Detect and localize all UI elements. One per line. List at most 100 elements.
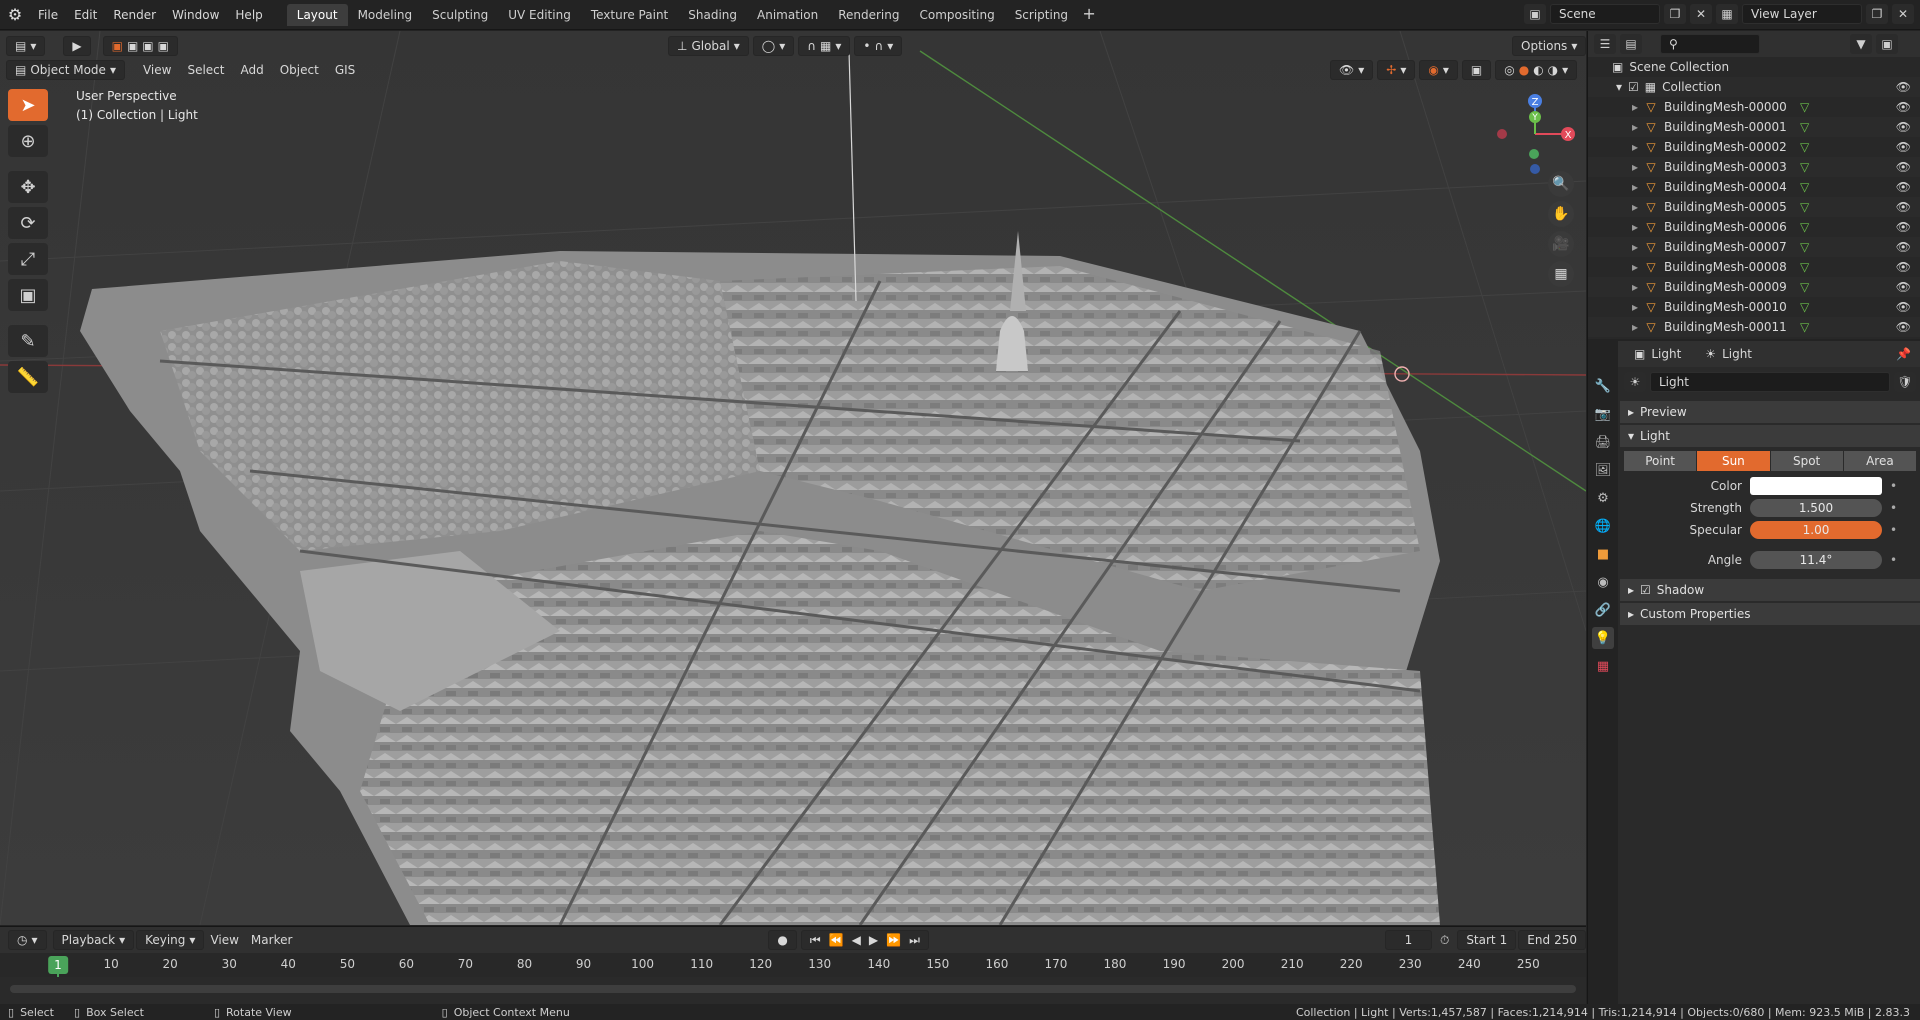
mode-dropdown[interactable]: ▤ Object Mode ▾ bbox=[6, 60, 125, 80]
mesh-data-icon[interactable]: ▽ bbox=[1800, 140, 1809, 154]
angle-field[interactable]: 11.4° bbox=[1750, 551, 1882, 569]
view-layer-tab-icon[interactable]: 🖼 bbox=[1592, 459, 1614, 481]
eye-icon[interactable]: 👁 bbox=[1896, 140, 1911, 154]
tab-compositing[interactable]: Compositing bbox=[909, 4, 1004, 26]
move-tool-icon[interactable]: ✥ bbox=[8, 171, 48, 203]
timeline-menu-view[interactable]: View bbox=[204, 933, 244, 947]
view-layer-field[interactable]: View Layer bbox=[1742, 4, 1862, 24]
tool-tab-icon[interactable]: 🔧 bbox=[1592, 375, 1614, 397]
current-frame-field[interactable]: 1 bbox=[1384, 930, 1432, 950]
menu-help[interactable]: Help bbox=[227, 4, 270, 26]
viewport-menu-object[interactable]: Object bbox=[274, 63, 325, 77]
cursor-tool-icon[interactable]: ⊕ bbox=[8, 125, 48, 157]
color-swatch[interactable] bbox=[1750, 477, 1882, 495]
outliner-search-input[interactable]: ⚲ bbox=[1660, 34, 1760, 54]
eye-icon[interactable]: 👁 bbox=[1896, 120, 1911, 134]
panel-light-header[interactable]: ▾ Light bbox=[1620, 425, 1920, 447]
mesh-data-icon[interactable]: ▽ bbox=[1800, 220, 1809, 234]
panel-shadow-header[interactable]: ▸ ☑ Shadow bbox=[1620, 579, 1920, 601]
viewport-menu-add[interactable]: Add bbox=[234, 63, 269, 77]
panel-custom-properties-header[interactable]: ▸ Custom Properties bbox=[1620, 603, 1920, 625]
3d-viewport[interactable]: ▤ ▾ ▶ ▣ ▣ ▣ ▣ ⊥ Global ▾ ◯ ▾ ∩ ▦ ▾ • ∩ ▾ Options ▾ ▤… bbox=[0, 31, 1586, 925]
expand-arrow-icon[interactable]: ▸ bbox=[1632, 300, 1638, 314]
options-dropdown[interactable]: Options ▾ bbox=[1512, 36, 1586, 56]
current-frame-marker[interactable]: 1 bbox=[48, 956, 68, 974]
keyframe-dot-icon[interactable]: • bbox=[1890, 523, 1897, 537]
mesh-data-icon[interactable]: ▽ bbox=[1800, 120, 1809, 134]
expand-arrow-icon[interactable]: ▸ bbox=[1632, 100, 1638, 114]
tab-sculpting[interactable]: Sculpting bbox=[422, 4, 498, 26]
tab-layout[interactable]: Layout bbox=[286, 3, 348, 26]
expand-arrow-icon[interactable]: ▸ bbox=[1632, 120, 1638, 134]
delete-scene-icon[interactable]: ✕ bbox=[1690, 4, 1712, 24]
scale-tool-icon[interactable]: ⤢ bbox=[8, 243, 48, 275]
light-type-point[interactable]: Point bbox=[1624, 451, 1698, 471]
texture-tab-icon[interactable]: ▦ bbox=[1592, 655, 1614, 677]
outliner-item[interactable]: ▸ ▽ BuildingMesh-00006 ▽ 👁 bbox=[1588, 217, 1920, 237]
keyframe-dot-icon[interactable]: • bbox=[1890, 501, 1897, 515]
object-tab-icon[interactable]: ■ bbox=[1592, 543, 1614, 565]
snap-toggle[interactable]: ∩ ▦ ▾ bbox=[798, 36, 851, 56]
outliner-item[interactable]: ▸ ▽ BuildingMesh-00011 ▽ 👁 bbox=[1588, 317, 1920, 337]
play-reverse-icon[interactable]: ◀ bbox=[852, 931, 861, 949]
eye-icon[interactable]: 👁 bbox=[1896, 160, 1911, 174]
light-data-tab-icon[interactable]: 💡 bbox=[1592, 627, 1614, 649]
outliner-item[interactable]: ▸ ▽ BuildingMesh-00005 ▽ 👁 bbox=[1588, 197, 1920, 217]
expand-arrow-icon[interactable]: ▾ bbox=[1616, 80, 1622, 94]
constraints-tab-icon[interactable]: 🔗 bbox=[1592, 599, 1614, 621]
blender-logo-icon[interactable]: ⚙ bbox=[0, 0, 30, 30]
play-icon[interactable]: ▶ bbox=[869, 931, 878, 949]
new-collection-icon[interactable]: ▣ bbox=[1876, 34, 1898, 54]
light-datablock-icon[interactable]: ☀ bbox=[1624, 372, 1646, 392]
timeline-scrollbar[interactable] bbox=[10, 985, 1576, 993]
scene-tab-icon[interactable]: ⚙ bbox=[1592, 487, 1614, 509]
eye-icon[interactable]: 👁 bbox=[1896, 200, 1911, 214]
mesh-data-icon[interactable]: ▽ bbox=[1800, 260, 1809, 274]
xray-toggle[interactable]: ▣ bbox=[1461, 60, 1492, 80]
annotate-tool-icon[interactable]: ✎ bbox=[8, 325, 48, 357]
add-workspace-button[interactable]: + bbox=[1078, 4, 1100, 26]
timeline-editor-type[interactable]: ◷ ▾ bbox=[8, 930, 47, 950]
rotate-tool-icon[interactable]: ⟳ bbox=[8, 207, 48, 239]
overlays-toggle[interactable]: ◉ ▾ bbox=[1419, 60, 1458, 80]
mesh-data-icon[interactable]: ▽ bbox=[1800, 280, 1809, 294]
visibility-toggle[interactable]: 👁 ▾ bbox=[1330, 60, 1374, 80]
tab-uv-editing[interactable]: UV Editing bbox=[498, 4, 581, 26]
eye-icon[interactable]: 👁 bbox=[1896, 100, 1911, 114]
end-frame-field[interactable]: End 250 bbox=[1518, 930, 1586, 950]
tab-animation[interactable]: Animation bbox=[747, 4, 828, 26]
filter-icon[interactable]: ▼ bbox=[1850, 34, 1872, 54]
view-layer-icon[interactable]: ▦ bbox=[1716, 4, 1738, 24]
shadow-checkbox[interactable]: ☑ bbox=[1640, 583, 1651, 597]
viewport-menu-view[interactable]: View bbox=[137, 63, 177, 77]
timeline-track[interactable] bbox=[0, 977, 1586, 1005]
output-tab-icon[interactable]: 🖨 bbox=[1592, 431, 1614, 453]
eye-icon[interactable]: 👁 bbox=[1896, 240, 1911, 254]
eye-icon[interactable]: 👁 bbox=[1896, 280, 1911, 294]
jump-start-icon[interactable]: ⏮ bbox=[810, 931, 821, 949]
next-keyframe-icon[interactable]: ⏩ bbox=[886, 931, 901, 949]
expand-arrow-icon[interactable]: ▸ bbox=[1632, 220, 1638, 234]
eye-icon[interactable]: 👁 bbox=[1896, 220, 1911, 234]
eye-icon[interactable]: 👁 bbox=[1896, 260, 1911, 274]
prev-keyframe-icon[interactable]: ⏪ bbox=[829, 931, 844, 949]
mesh-data-icon[interactable]: ▽ bbox=[1800, 240, 1809, 254]
expand-arrow-icon[interactable]: ▸ bbox=[1632, 180, 1638, 194]
scene-name-field[interactable]: Scene bbox=[1550, 4, 1660, 24]
zoom-icon[interactable]: 🔍 bbox=[1548, 171, 1574, 197]
menu-edit[interactable]: Edit bbox=[66, 4, 105, 26]
mesh-data-icon[interactable]: ▽ bbox=[1800, 320, 1809, 334]
menu-render[interactable]: Render bbox=[105, 4, 164, 26]
menu-window[interactable]: Window bbox=[164, 4, 227, 26]
viewport-menu-gis[interactable]: GIS bbox=[329, 63, 361, 77]
eye-icon[interactable]: 👁 bbox=[1896, 320, 1911, 334]
outliner-item[interactable]: ▸ ▽ BuildingMesh-00003 ▽ 👁 bbox=[1588, 157, 1920, 177]
eye-icon[interactable]: 👁 bbox=[1896, 180, 1911, 194]
pan-hand-icon[interactable]: ✋ bbox=[1548, 201, 1574, 227]
outliner-item[interactable]: ▸ ▽ BuildingMesh-00009 ▽ 👁 bbox=[1588, 277, 1920, 297]
transform-tool-icon[interactable]: ▣ bbox=[8, 279, 48, 311]
outliner-scene-collection[interactable]: ▣ Scene Collection bbox=[1588, 57, 1920, 77]
mesh-data-icon[interactable]: ▽ bbox=[1800, 100, 1809, 114]
outliner-editor-type-icon[interactable]: ☰ bbox=[1594, 34, 1616, 54]
tab-shading[interactable]: Shading bbox=[678, 4, 747, 26]
